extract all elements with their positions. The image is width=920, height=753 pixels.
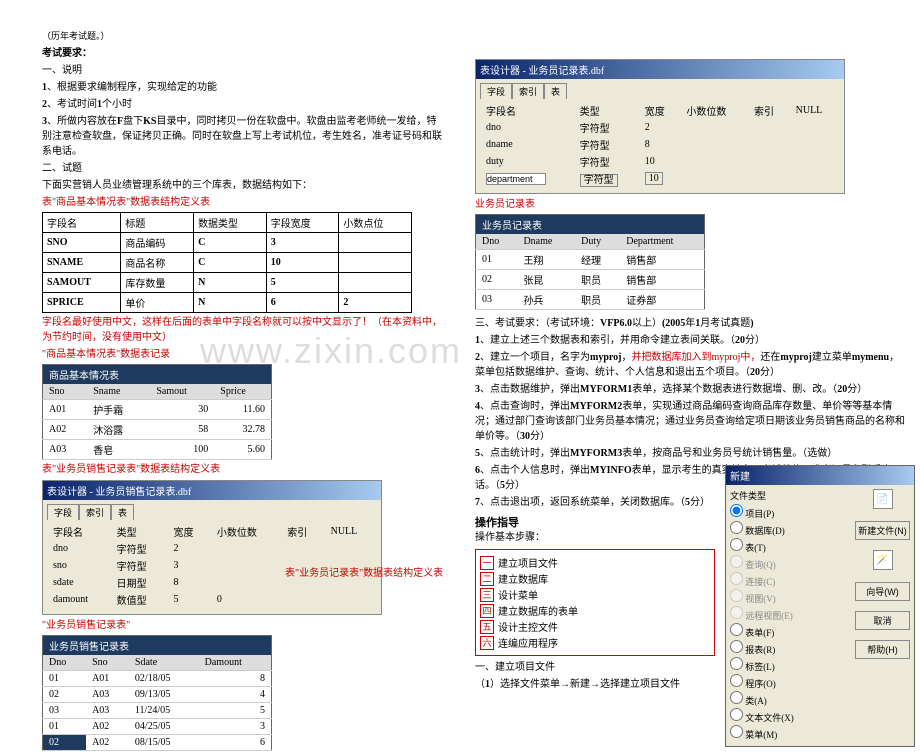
sec2-sub: 下面实营销人员业绩管理系统中的三个库表，数据结构如下： xyxy=(42,178,442,193)
dialog-title: 新建 xyxy=(726,466,914,485)
tbl2-cap: 表"业务员销售记录表"数据表结构定义表 xyxy=(42,462,442,477)
steps-box: 一建立项目文件 二建立数据库 三设计菜单 四建立数据库的表单 五设计主控文件 六… xyxy=(475,549,715,656)
table2-data: 业务员销售记录表 DnoSnoSdateDamount 01A0102/18/0… xyxy=(42,635,272,751)
left-column: （历年考试题。） 考试要求： 一、说明 1、1、根据要求编制程序，实现给定的功能… xyxy=(42,30,442,753)
sec2-title: 二、试题 xyxy=(42,161,442,176)
tab-fields2[interactable]: 字段 xyxy=(480,83,512,99)
opt-query[interactable]: 查询(Q) xyxy=(730,555,855,571)
tbl1d-cap: "商品基本情况表"数据表记录 xyxy=(42,347,442,362)
opt-report[interactable]: 报表(R) xyxy=(730,640,855,656)
win2-title: 表设计器 - 业务员记录表.dbf xyxy=(476,60,844,79)
new-dialog: 新建 文件类型 项目(P) 数据库(D) 表(T) 查询(Q) 连接(C) 视图… xyxy=(725,465,915,747)
new-file-icon: 📄 xyxy=(873,489,893,509)
opt-project[interactable]: 项目(P) xyxy=(730,504,855,520)
sec1-3: 3、所做内容放在F盘下KS目录中，同时拷贝一份在软盘中。软盘由监考老师统一发给，… xyxy=(42,114,442,159)
table1-data: 商品基本情况表 SnoSnameSamoutSprice A01护手霜3011.… xyxy=(42,364,272,460)
opt-view[interactable]: 视图(V) xyxy=(730,589,855,605)
designer-win1: 表设计器 - 业务员销售记录表.dbf 字段索引表 字段名类型宽度小数位数索引N… xyxy=(42,480,382,615)
q5: 5、点击统计时，弹出MYFORM3表单，按商品号和业务员号统计销售量。（选做） xyxy=(475,446,905,461)
wizard-button[interactable]: 向导(W) xyxy=(855,582,910,601)
opt-form[interactable]: 表单(F) xyxy=(730,623,855,639)
opt-rview[interactable]: 远程视图(E) xyxy=(730,606,855,622)
tab-table2[interactable]: 表 xyxy=(544,83,567,99)
table1-def: 字段名标题数据类型字段宽度小数点位 SNO商品编码C3 SNAME商品名称C10… xyxy=(42,212,412,313)
note1: 字段名最好使用中文，这样在后面的表单中字段名称就可以按中文显示了！（在本资料中，… xyxy=(42,315,442,345)
tbl3d-cap: 业务员记录表 xyxy=(475,197,905,212)
tbl1-cap: 表"商品基本情况表"数据表结构定义表 xyxy=(42,195,442,210)
tbl2d-cap: "业务员销售记录表" xyxy=(42,618,442,633)
opt-text[interactable]: 文本文件(X) xyxy=(730,708,855,724)
sec1-2: 2、考试时间1个小时 xyxy=(42,97,442,112)
q2: 2、建立一个项目，名字为myproj，并把数据库加入到myproj中，还在myp… xyxy=(475,350,905,380)
tab-table[interactable]: 表 xyxy=(111,504,134,520)
sec3-title: 三、考试要求：（考试环境：VFP6.0以上）(2005年1月考试真题) xyxy=(475,316,905,331)
opt-database[interactable]: 数据库(D) xyxy=(730,521,855,537)
header-note: （历年考试题。） xyxy=(42,30,442,44)
cancel-button[interactable]: 取消 xyxy=(855,611,910,630)
tab-index[interactable]: 索引 xyxy=(79,504,111,520)
field-input[interactable] xyxy=(486,173,546,185)
file-type-group: 文件类型 项目(P) 数据库(D) 表(T) 查询(Q) 连接(C) 视图(V)… xyxy=(730,489,855,742)
sec1-1: 1、1、根据要求编制程序，实现给定的功能根据要求编制程序，实现给定的功能 xyxy=(42,80,442,95)
opt-table[interactable]: 表(T) xyxy=(730,538,855,554)
q3: 3、点击数据维护，弹出MYFORM1表单，选择某个数据表进行数据增、删、改。（2… xyxy=(475,382,905,397)
tab-fields[interactable]: 字段 xyxy=(47,504,79,520)
tbl3-cap: 表"业务员记录表"数据表结构定义表 xyxy=(285,566,443,581)
table3-data: 业务员记录表 DnoDnameDutyDepartment 01王翔经理销售部 … xyxy=(475,214,705,310)
designer-win2: 表设计器 - 业务员记录表.dbf 字段索引表 字段名类型宽度小数位数索引NUL… xyxy=(475,59,845,194)
q4: 4、点击查询时，弹出MYFORM2表单，实现通过商品编码查询商品库存数量、单价等… xyxy=(475,399,905,444)
opt-class[interactable]: 类(A) xyxy=(730,691,855,707)
sec1-title: 一、说明 xyxy=(42,63,442,78)
opt-conn[interactable]: 连接(C) xyxy=(730,572,855,588)
tab-index2[interactable]: 索引 xyxy=(512,83,544,99)
wizard-icon: 🪄 xyxy=(873,550,893,570)
help-button[interactable]: 帮助(H) xyxy=(855,640,910,659)
q1: 1、建立上述三个数据表和索引，并用命令建立表间关联。（20分） xyxy=(475,333,905,348)
exam-req-title: 考试要求： xyxy=(42,46,442,61)
win1-title: 表设计器 - 业务员销售记录表.dbf xyxy=(43,481,381,500)
opt-menu[interactable]: 菜单(M) xyxy=(730,725,855,741)
opt-label[interactable]: 标签(L) xyxy=(730,657,855,673)
new-file-button[interactable]: 新建文件(N) xyxy=(855,521,910,540)
opt-program[interactable]: 程序(O) xyxy=(730,674,855,690)
